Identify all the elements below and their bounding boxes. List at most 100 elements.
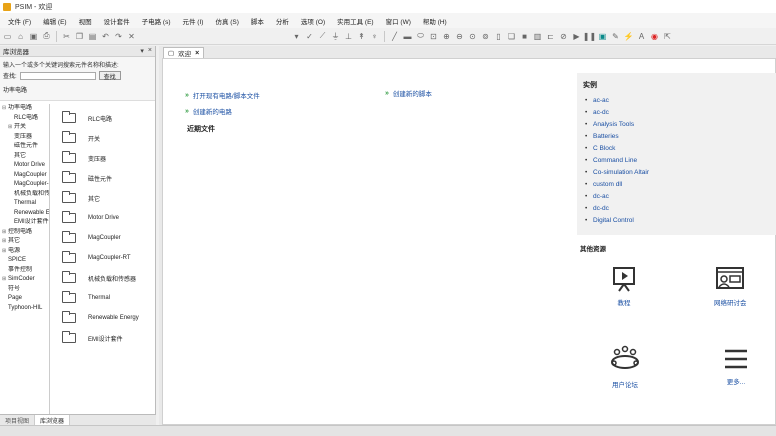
delete-icon[interactable]: ✕ <box>126 31 137 42</box>
tree-item[interactable]: Renewable Energy <box>0 209 49 219</box>
tree-item[interactable]: EMI设计套件 <box>0 218 49 228</box>
tree-item[interactable]: Thermal <box>0 199 49 209</box>
resource-forum[interactable]: 用户论坛 <box>609 344 641 389</box>
wire-icon[interactable]: ⟋ <box>317 31 328 42</box>
tree-item[interactable]: Typhoon-HIL <box>0 304 49 314</box>
search-input[interactable] <box>19 71 96 80</box>
new-file-icon[interactable]: ▭ <box>2 31 13 42</box>
folder-item[interactable]: Renewable Energy <box>62 311 139 323</box>
folder-item[interactable]: 变压器 <box>62 151 106 163</box>
menu-item[interactable]: 帮助 (H) <box>417 16 453 26</box>
wand-icon[interactable]: ⚡ <box>623 31 634 42</box>
panel-tab[interactable]: 库浏览器 <box>35 415 71 425</box>
tree-item[interactable]: Page <box>0 294 49 304</box>
check-icon[interactable]: ✓ <box>304 31 315 42</box>
menu-item[interactable]: 子电路 (s) <box>136 16 177 26</box>
panel-close-icon[interactable]: × <box>148 47 152 55</box>
pen-icon[interactable]: ✎ <box>610 31 621 42</box>
cut-icon[interactable]: ✂ <box>61 31 72 42</box>
draw-rect-icon[interactable]: ▬ <box>402 31 413 42</box>
folder-item[interactable]: 开关 <box>62 131 100 143</box>
zoom-fit-icon[interactable]: ⊙ <box>467 31 478 42</box>
tree-item[interactable]: ⊞ 开关 <box>0 123 49 133</box>
folder-item[interactable]: Motor Drive <box>62 211 119 223</box>
tab-close-icon[interactable]: × <box>195 50 199 57</box>
menu-item[interactable]: 实用工具 (E) <box>331 16 379 26</box>
example-link[interactable]: • dc-dc <box>585 203 649 215</box>
tree-item[interactable]: 符号 <box>0 285 49 295</box>
menu-item[interactable]: 元件 (I) <box>176 16 209 26</box>
probe-icon[interactable]: ♆ <box>369 31 380 42</box>
bar-chart-icon[interactable]: ▥ <box>532 31 543 42</box>
menu-item[interactable]: 视图 <box>73 16 98 26</box>
draw-line-icon[interactable]: ╱ <box>389 31 400 42</box>
tree-item[interactable]: ⊞ SimCoder <box>0 275 49 285</box>
folder-item[interactable]: RLC电路 <box>62 111 112 123</box>
panel-tab[interactable]: 项目视图 <box>0 415 36 425</box>
label-icon[interactable]: ⊥ <box>343 31 354 42</box>
example-link[interactable]: • Analysis Tools <box>585 119 649 131</box>
simview-icon[interactable]: ▣ <box>597 31 608 42</box>
example-link[interactable]: • custom dll <box>585 179 649 191</box>
new-script-link[interactable]: » 创建新的脚本 <box>385 88 432 99</box>
draw-ellipse-icon[interactable]: ⬭ <box>415 31 426 42</box>
tree-item[interactable]: RLC电路 <box>0 114 49 124</box>
folder-item[interactable]: 机械负载和传感器 <box>62 271 136 283</box>
tree-item[interactable]: 机械负载和传感器 <box>0 190 49 200</box>
panel-menu-chevron-icon[interactable]: ▾ <box>140 47 144 55</box>
example-link[interactable]: • Command Line <box>585 155 649 167</box>
menu-item[interactable]: 设计套件 <box>98 16 136 26</box>
menu-item[interactable]: 脚本 <box>245 16 270 26</box>
run-simulation-icon[interactable]: ▶ <box>571 31 582 42</box>
layers-icon[interactable]: ❏ <box>506 31 517 42</box>
search-button[interactable]: 查找 <box>98 71 121 81</box>
example-link[interactable]: • Co-simulation Altair <box>585 167 649 179</box>
new-circuit-link[interactable]: » 创建新的电路 <box>185 106 232 117</box>
folder-item[interactable]: MagCoupler-RT <box>62 251 131 263</box>
example-link[interactable]: • Digital Control <box>585 215 649 227</box>
tree-item[interactable]: 其它 <box>0 152 49 162</box>
open-file-link[interactable]: » 打开现有电路/脚本文件 <box>185 90 260 101</box>
copy-icon[interactable]: ❐ <box>74 31 85 42</box>
menu-item[interactable]: 编辑 (E) <box>37 16 72 26</box>
example-link[interactable]: • dc-ac <box>585 191 649 203</box>
menu-item[interactable]: 选项 (O) <box>295 16 331 26</box>
print-icon[interactable]: ⎙ <box>41 31 52 42</box>
folder-item[interactable]: 其它 <box>62 191 100 203</box>
tree-item[interactable]: ⊞ 其它 <box>0 237 49 247</box>
resource-webinar[interactable]: 网络研讨会 <box>714 266 747 307</box>
folder-item[interactable]: EMI设计套件 <box>62 331 123 343</box>
pause-icon[interactable]: ❚❚ <box>583 31 596 42</box>
dropdown-chevron-icon[interactable]: ▾ <box>291 31 302 42</box>
zoom-area-icon[interactable]: ⊚ <box>480 31 491 42</box>
typhoon-icon[interactable]: ◉ <box>649 31 660 42</box>
block-icon[interactable]: ■ <box>519 31 530 42</box>
tree-item[interactable]: Motor Drive <box>0 161 49 171</box>
font-icon[interactable]: A <box>636 31 647 42</box>
resource-tutorial[interactable]: 教程 <box>611 266 637 307</box>
text-icon[interactable]: ⊡ <box>428 31 439 42</box>
tree-item[interactable]: 事件控制 <box>0 266 49 276</box>
tree-item[interactable]: 磁性元件 <box>0 142 49 152</box>
menu-item[interactable]: 窗口 (W) <box>380 16 417 26</box>
tree-item[interactable]: SPICE <box>0 256 49 266</box>
menu-item[interactable]: 分析 <box>270 16 295 26</box>
menu-item[interactable]: 文件 (F) <box>2 16 37 26</box>
pin-icon[interactable]: ↟ <box>356 31 367 42</box>
folder-item[interactable]: MagCoupler <box>62 231 121 243</box>
folder-item[interactable]: 磁性元件 <box>62 171 112 183</box>
tab-welcome[interactable]: ▢ 欢迎 × <box>163 47 205 58</box>
tree-item[interactable]: ⊞ 控制电路 <box>0 228 49 238</box>
tree-item[interactable]: ⊞ 电源 <box>0 247 49 257</box>
page-icon[interactable]: ▯ <box>493 31 504 42</box>
folder-item[interactable]: Thermal <box>62 291 110 303</box>
undo-icon[interactable]: ↶ <box>100 31 111 42</box>
paste-icon[interactable]: ▤ <box>87 31 98 42</box>
graph-icon[interactable]: ⊏ <box>545 31 556 42</box>
resource-more[interactable]: 更多... <box>723 347 749 386</box>
save-icon[interactable]: ▣ <box>28 31 39 42</box>
zoom-out-icon[interactable]: ⊖ <box>454 31 465 42</box>
menu-item[interactable]: 仿真 (S) <box>209 16 244 26</box>
ground-icon[interactable]: ⏚ <box>330 31 341 42</box>
tree-item[interactable]: MagCoupler-RT <box>0 180 49 190</box>
